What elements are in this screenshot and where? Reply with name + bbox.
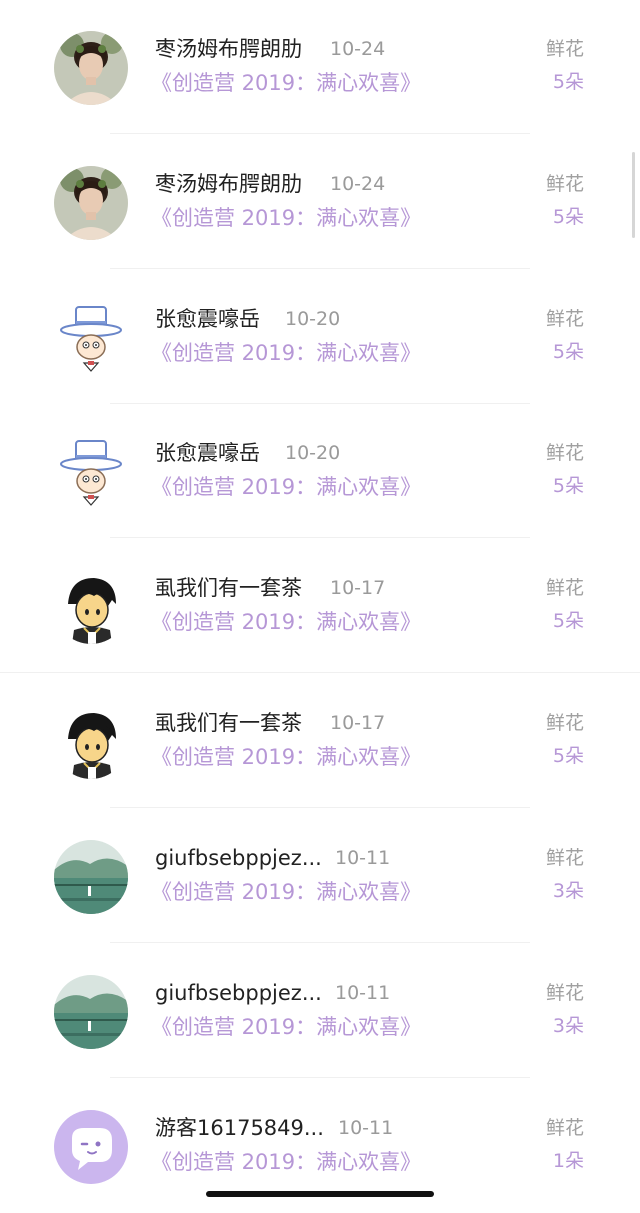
gift-count-label: 5朵: [552, 71, 584, 93]
gift-count-label: 5朵: [552, 745, 584, 767]
avatar[interactable]: [54, 301, 128, 375]
divider: [110, 133, 530, 134]
date-label: 10-11: [335, 847, 391, 869]
book-title-link[interactable]: 《创造营 2019：满心欢喜》: [151, 1146, 421, 1178]
divider: [110, 537, 530, 538]
book-title-link[interactable]: 《创造营 2019：满心欢喜》: [151, 471, 421, 503]
gift-count-label: 3朵: [552, 1015, 584, 1037]
divider: [110, 268, 530, 269]
woman-portrait-icon: [54, 31, 128, 105]
gift-count-label: 5朵: [552, 610, 584, 632]
list-item[interactable]: 虱我们有一套茶 10-17 《创造营 2019：满心欢喜》 鲜花 5朵: [0, 539, 640, 673]
user-name[interactable]: giufbsebppjez...: [155, 978, 322, 1008]
list-item[interactable]: 虱我们有一套茶 10-17 《创造营 2019：满心欢喜》 鲜花 5朵: [0, 674, 640, 808]
user-name[interactable]: 张愈震嚎岳: [155, 438, 260, 468]
avatar[interactable]: [54, 975, 128, 1049]
list-item[interactable]: 枣汤姆布腭朗肋 10-24 《创造营 2019：满心欢喜》 鲜花 5朵: [0, 0, 640, 134]
user-name[interactable]: 枣汤姆布腭朗肋: [155, 169, 302, 199]
list-item[interactable]: 枣汤姆布腭朗肋 10-24 《创造营 2019：满心欢喜》 鲜花 5朵: [0, 135, 640, 269]
user-name[interactable]: 游客16175849...: [155, 1113, 324, 1143]
user-name[interactable]: 枣汤姆布腭朗肋: [155, 34, 302, 64]
avatar[interactable]: [54, 840, 128, 914]
list-item[interactable]: 张愈震嚎岳 10-20 《创造营 2019：满心欢喜》 鲜花 5朵: [0, 404, 640, 538]
gift-type-label: 鲜花: [545, 1117, 584, 1139]
gift-type-label: 鲜花: [545, 712, 584, 734]
book-title-link[interactable]: 《创造营 2019：满心欢喜》: [151, 606, 421, 638]
book-title-link[interactable]: 《创造营 2019：满心欢喜》: [151, 202, 421, 234]
cartoon-top-hat-icon: [54, 301, 128, 375]
user-name[interactable]: 张愈震嚎岳: [155, 304, 260, 334]
divider: [110, 942, 530, 943]
landscape-icon: [54, 975, 128, 1049]
gift-type-label: 鲜花: [545, 577, 584, 599]
divider: [110, 1077, 530, 1078]
gift-type-label: 鲜花: [545, 442, 584, 464]
user-name[interactable]: giufbsebppjez...: [155, 843, 322, 873]
divider: [0, 672, 640, 673]
cartoon-top-hat-icon: [54, 435, 128, 509]
cartoon-boy-icon: [54, 705, 128, 779]
date-label: 10-24: [330, 38, 386, 60]
gift-count-label: 3朵: [552, 880, 584, 902]
list-item[interactable]: giufbsebppjez... 10-11 《创造营 2019：满心欢喜》 鲜…: [0, 944, 640, 1078]
list-item[interactable]: giufbsebppjez... 10-11 《创造营 2019：满心欢喜》 鲜…: [0, 809, 640, 943]
date-label: 10-11: [335, 982, 391, 1004]
date-label: 10-20: [285, 308, 341, 330]
guest-chat-bubble-icon: [54, 1110, 128, 1184]
date-label: 10-20: [285, 442, 341, 464]
woman-portrait-icon: [54, 166, 128, 240]
home-indicator[interactable]: [206, 1191, 434, 1197]
list-item[interactable]: 张愈震嚎岳 10-20 《创造营 2019：满心欢喜》 鲜花 5朵: [0, 270, 640, 404]
scrollbar[interactable]: [632, 152, 635, 238]
avatar[interactable]: [54, 705, 128, 779]
gift-type-label: 鲜花: [545, 982, 584, 1004]
avatar[interactable]: [54, 31, 128, 105]
avatar[interactable]: [54, 1110, 128, 1184]
gift-count-label: 5朵: [552, 206, 584, 228]
date-label: 10-17: [330, 712, 386, 734]
book-title-link[interactable]: 《创造营 2019：满心欢喜》: [151, 337, 421, 369]
cartoon-boy-icon: [54, 570, 128, 644]
gift-type-label: 鲜花: [545, 308, 584, 330]
book-title-link[interactable]: 《创造营 2019：满心欢喜》: [151, 876, 421, 908]
book-title-link[interactable]: 《创造营 2019：满心欢喜》: [151, 67, 421, 99]
book-title-link[interactable]: 《创造营 2019：满心欢喜》: [151, 741, 421, 773]
user-name[interactable]: 虱我们有一套茶: [155, 708, 302, 738]
user-name[interactable]: 虱我们有一套茶: [155, 573, 302, 603]
divider: [110, 807, 530, 808]
gift-type-label: 鲜花: [545, 173, 584, 195]
gift-type-label: 鲜花: [545, 847, 584, 869]
date-label: 10-17: [330, 577, 386, 599]
date-label: 10-11: [338, 1117, 394, 1139]
landscape-icon: [54, 840, 128, 914]
book-title-link[interactable]: 《创造营 2019：满心欢喜》: [151, 1011, 421, 1043]
avatar[interactable]: [54, 570, 128, 644]
avatar[interactable]: [54, 435, 128, 509]
date-label: 10-24: [330, 173, 386, 195]
gift-count-label: 1朵: [552, 1150, 584, 1172]
avatar[interactable]: [54, 166, 128, 240]
gift-count-label: 5朵: [552, 475, 584, 497]
gift-type-label: 鲜花: [545, 38, 584, 60]
gift-count-label: 5朵: [552, 341, 584, 363]
